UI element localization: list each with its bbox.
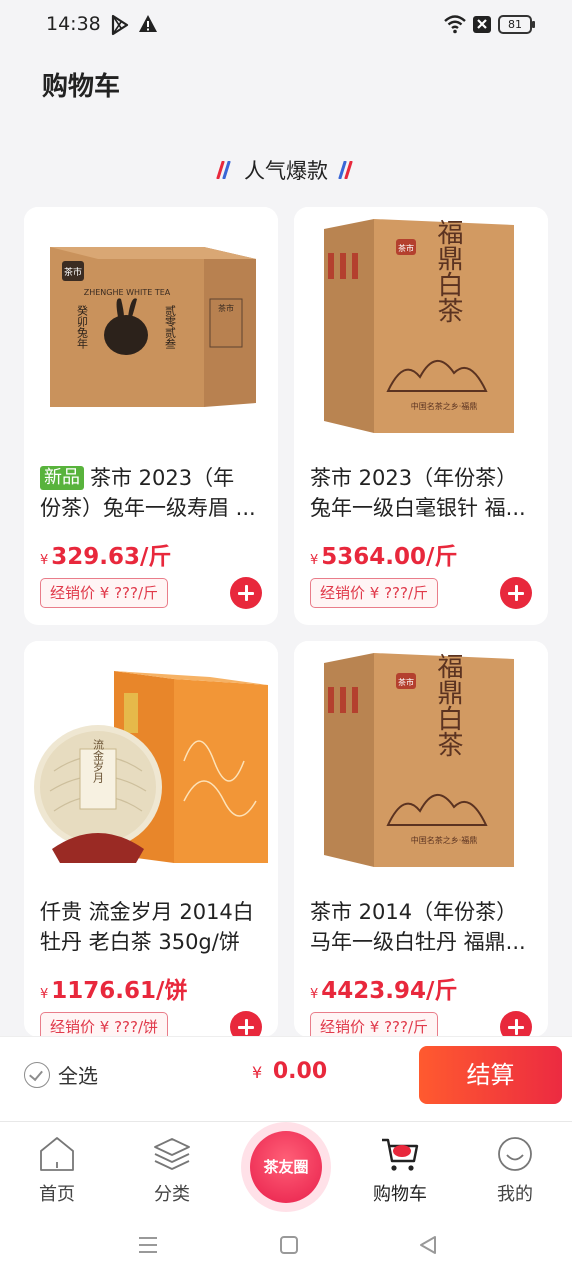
price-value: 5364.00/斤 xyxy=(321,544,458,570)
center-logo-text: 茶友圈 xyxy=(263,1158,309,1176)
tab-bar: 首页 分类 茶友圈 购物车 我的 xyxy=(0,1121,572,1214)
box-subtitle-text: 中国名茶之乡·福鼎 xyxy=(411,401,478,411)
checkout-bar: 全选 ¥ 0.00 结算 xyxy=(0,1037,572,1121)
product-name-line1: 仟贵 流金岁月 2014白 xyxy=(40,900,254,924)
layers-icon xyxy=(154,1138,190,1170)
product-name-line1: 茶市 2023（年份茶） xyxy=(310,466,518,490)
dealer-price: 经销价 ¥ ???/斤 xyxy=(310,578,439,608)
wifi-icon xyxy=(444,15,466,34)
product-name-line1: 茶市 2014（年份茶） xyxy=(310,900,518,924)
total-currency: ¥ xyxy=(252,1063,263,1082)
product-card[interactable]: 茶市 ZHENGHE WHITE TEA 癸卯兔年 贰零贰叁 茶市 新品 茶市 2… xyxy=(24,207,278,625)
add-to-cart-button[interactable] xyxy=(230,577,262,609)
product-name-line2: 份茶）兔年一级寿眉 ... xyxy=(40,496,256,520)
product-name[interactable]: 新品 茶市 2023（年 份茶）兔年一级寿眉 ... xyxy=(40,463,266,523)
system-nav-bar xyxy=(0,1213,572,1280)
status-bar: 14:38 81 xyxy=(0,0,572,52)
product-price: ¥1176.61/饼 xyxy=(40,971,187,1005)
tab-label: 购物车 xyxy=(373,1184,427,1205)
dealer-price: 经销价 ¥ ???/饼 xyxy=(40,1012,169,1037)
tea-cake-gift-box-image: 流金岁月 xyxy=(24,641,278,886)
dealer-price: 经销价 ¥ ???/斤 xyxy=(40,578,169,608)
price-value: 4423.94/斤 xyxy=(321,978,458,1004)
price-currency: ¥ xyxy=(310,553,319,568)
product-price: ¥4423.94/斤 xyxy=(310,971,457,1005)
box-brand-text: 茶市 xyxy=(64,266,82,278)
rabbit-year-tea-box-image: 茶市 ZHENGHE WHITE TEA 癸卯兔年 贰零贰叁 茶市 xyxy=(24,207,278,452)
box-title-text: 福鼎白茶 xyxy=(433,653,463,757)
checkout-button[interactable]: 结算 xyxy=(419,1046,562,1104)
home-square-icon[interactable] xyxy=(277,1233,301,1257)
cake-label-text: 流金岁月 xyxy=(92,738,105,783)
checkbox-icon[interactable] xyxy=(24,1061,50,1088)
price-value: 1176.61/饼 xyxy=(51,978,188,1004)
price-currency: ¥ xyxy=(40,553,49,568)
new-badge: 新品 xyxy=(40,466,84,490)
tab-home[interactable]: 首页 xyxy=(12,1134,102,1206)
cart-total: ¥ 0.00 xyxy=(252,1059,327,1084)
add-to-cart-button[interactable] xyxy=(500,1011,532,1037)
battery-level: 81 xyxy=(508,18,522,31)
add-to-cart-button[interactable] xyxy=(500,577,532,609)
box-brand-text: 茶市 xyxy=(398,677,414,687)
tab-label: 分类 xyxy=(154,1184,190,1205)
fuding-white-tea-box-image: 茶市 福鼎白茶 中国名茶之乡·福鼎 xyxy=(294,641,548,886)
product-name[interactable]: 仟贵 流金岁月 2014白 牡丹 老白茶 350g/饼 xyxy=(40,897,266,957)
product-card[interactable]: 茶市 福鼎白茶 中国名茶之乡·福鼎 茶市 2014（年份茶） 马年一级白牡丹 福… xyxy=(294,641,548,1037)
dealer-price: 经销价 ¥ ???/斤 xyxy=(310,1012,439,1037)
box-brand-text: 茶市 xyxy=(218,303,234,313)
section-title: 人气爆款 xyxy=(244,159,328,183)
box-subtitle-text: 中国名茶之乡·福鼎 xyxy=(411,835,478,845)
select-all-label: 全选 xyxy=(58,1064,98,1088)
sim-card-off-icon xyxy=(473,16,491,33)
product-name-line2: 牡丹 老白茶 350g/饼 xyxy=(40,930,240,954)
product-name-line1: 茶市 2023（年 xyxy=(90,466,235,490)
price-currency: ¥ xyxy=(40,987,49,1002)
cart-icon xyxy=(382,1138,419,1171)
decorative-stripe-icon xyxy=(216,161,231,179)
price-value: 329.63/斤 xyxy=(51,544,172,570)
fuding-white-tea-box-image: 茶市 福鼎白茶 中国名茶之乡·福鼎 xyxy=(294,207,548,452)
product-name[interactable]: 茶市 2014（年份茶） 马年一级白牡丹 福鼎... xyxy=(310,897,536,957)
smile-profile-icon xyxy=(498,1137,532,1171)
play-store-icon xyxy=(111,14,129,36)
tab-category[interactable]: 分类 xyxy=(127,1134,217,1206)
product-card[interactable]: 茶市 福鼎白茶 中国名茶之乡·福鼎 茶市 2023（年份茶） 兔年一级白毫银针 … xyxy=(294,207,548,625)
tab-cart[interactable]: 购物车 xyxy=(355,1134,445,1206)
home-icon xyxy=(40,1137,74,1171)
product-price: ¥5364.00/斤 xyxy=(310,537,457,571)
box-year-text: 癸卯兔年 xyxy=(76,304,89,349)
product-name[interactable]: 茶市 2023（年份茶） 兔年一级白毫银针 福... xyxy=(310,463,536,523)
decorative-stripe-icon xyxy=(338,161,353,179)
total-value: 0.00 xyxy=(272,1059,328,1084)
status-time: 14:38 xyxy=(46,13,101,35)
product-name-line2: 马年一级白牡丹 福鼎... xyxy=(310,930,526,954)
page-title: 购物车 xyxy=(42,72,121,102)
battery-icon: 81 xyxy=(498,15,535,34)
center-logo-inner: 茶友圈 xyxy=(250,1131,322,1203)
select-all-toggle[interactable]: 全选 xyxy=(24,1060,98,1089)
tab-label: 我的 xyxy=(497,1184,533,1205)
product-name-line2: 兔年一级白毫银针 福... xyxy=(310,496,526,520)
box-brand-text: 茶市 xyxy=(398,243,414,253)
warning-icon xyxy=(139,15,157,32)
box-title-text: 福鼎白茶 xyxy=(433,219,463,323)
tea-circle-logo[interactable]: 茶友圈 xyxy=(241,1122,331,1212)
tab-profile[interactable]: 我的 xyxy=(470,1134,560,1206)
box-english-text: ZHENGHE WHITE TEA xyxy=(84,288,171,297)
product-price: ¥329.63/斤 xyxy=(40,537,171,571)
menu-icon[interactable] xyxy=(136,1233,160,1257)
product-card[interactable]: 流金岁月 仟贵 流金岁月 2014白 牡丹 老白茶 350g/饼 ¥1176.6… xyxy=(24,641,278,1037)
section-header: 人气爆款 xyxy=(0,150,572,190)
back-icon[interactable] xyxy=(416,1233,440,1257)
price-currency: ¥ xyxy=(310,987,319,1002)
box-year-text: 贰零贰叁 xyxy=(164,304,177,349)
add-to-cart-button[interactable] xyxy=(230,1011,262,1037)
tab-label: 首页 xyxy=(39,1184,75,1205)
